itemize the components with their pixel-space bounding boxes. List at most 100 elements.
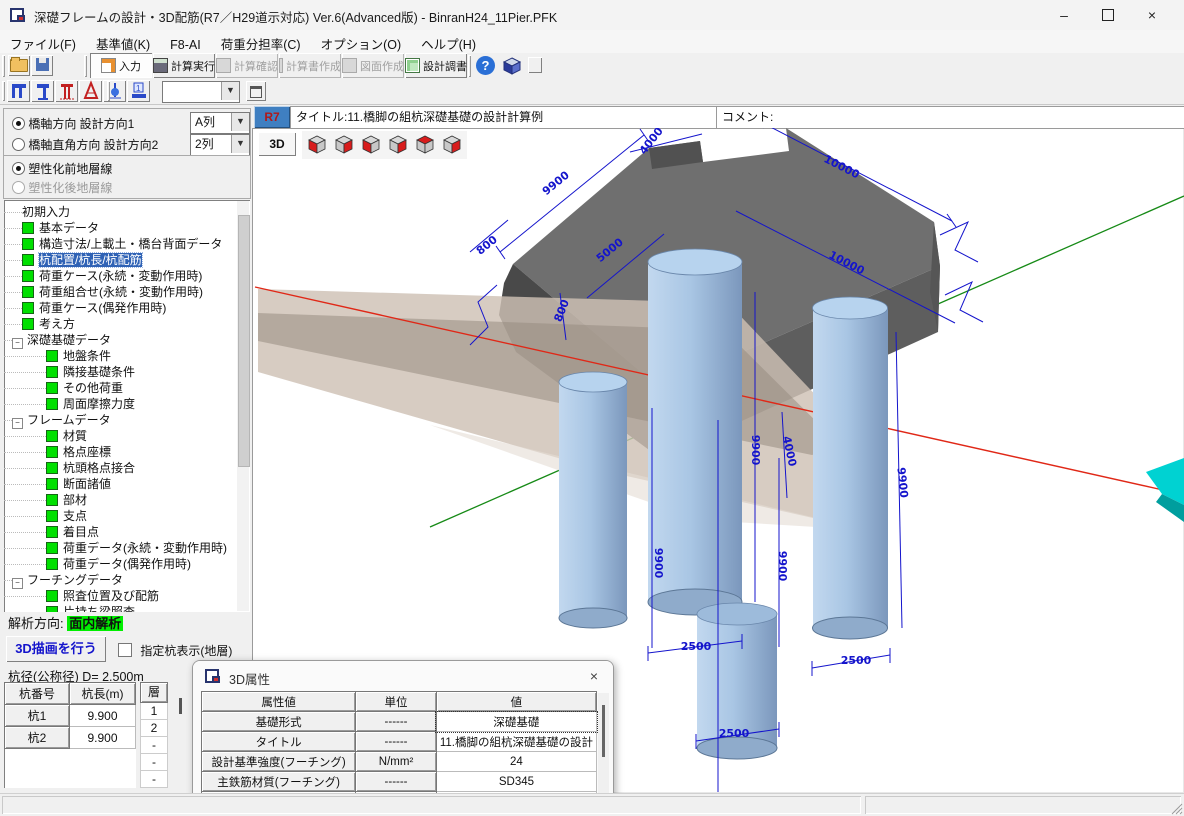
tree-item-label[interactable]: 構造寸法/上載土・橋台背面データ <box>39 237 222 251</box>
menu-item-5[interactable]: ヘルプ(H) <box>411 30 486 53</box>
layer-scroll-thumb[interactable] <box>179 698 182 714</box>
save-file-button[interactable] <box>31 55 53 76</box>
attributes-dialog[interactable]: 3D属性 × 属性値 単位 値 基礎形式------深礎基礎タイトル------… <box>192 660 614 814</box>
maximize-button[interactable] <box>1086 0 1130 30</box>
tree-item-label[interactable]: 部材 <box>63 493 87 507</box>
help-button[interactable]: ? <box>476 56 495 75</box>
pile-number-cell[interactable]: 杭1 <box>5 705 70 727</box>
chevron-down-icon[interactable]: ▼ <box>231 113 249 131</box>
tab-r7[interactable]: R7 <box>254 106 290 128</box>
tree-item[interactable]: 地盤条件 <box>4 348 250 364</box>
tree-item-label[interactable]: 着目点 <box>63 525 99 539</box>
tree-item-label[interactable]: 照査位置及び配筋 <box>63 589 159 603</box>
tree-item[interactable]: 荷重データ(永続・変動作用時) <box>4 540 250 556</box>
menu-item-0[interactable]: ファイル(F) <box>0 30 86 53</box>
tree-item[interactable]: 格点座標 <box>4 444 250 460</box>
tree-item-label[interactable]: 荷重データ(永続・変動作用時) <box>63 541 227 555</box>
tree-item[interactable]: 初期入力 <box>4 204 250 220</box>
tree-item-label[interactable]: 考え方 <box>39 317 75 331</box>
draw-3d-button[interactable]: 3D描画を行う <box>6 636 106 662</box>
tree-item-label[interactable]: 荷重データ(偶発作用時) <box>63 557 191 571</box>
tree-item[interactable]: 周面摩擦力度 <box>4 396 250 412</box>
show-pile-checkbox[interactable]: 指定杭表示(地層) <box>118 642 232 659</box>
tree-scrollbar[interactable] <box>237 201 249 611</box>
tree-item[interactable]: 荷重ケース(永続・変動作用時) <box>4 268 250 284</box>
tree-item-label[interactable]: 隣接基礎条件 <box>63 365 135 379</box>
tree-item-label[interactable]: 深礎基礎データ <box>27 333 111 347</box>
menu-item-3[interactable]: 荷重分担率(C) <box>211 30 311 53</box>
tree-item[interactable]: 杭配置/杭長/杭配筋 <box>4 252 250 268</box>
pier-front-button[interactable] <box>7 80 30 102</box>
tree-item-label[interactable]: 地盤条件 <box>63 349 111 363</box>
pile-length-cell[interactable]: 9.900 <box>70 727 136 749</box>
grid-tool-button[interactable] <box>246 81 266 101</box>
row-combo-2[interactable]: 2列▼ <box>190 134 250 156</box>
cube-bottom-red-button[interactable] <box>441 133 463 158</box>
pier-dashed-button[interactable] <box>55 80 78 102</box>
attribute-value-cell[interactable]: SD345 <box>436 772 596 792</box>
tree-item[interactable]: 基本データ <box>4 220 250 236</box>
tree-item[interactable]: 断面諸値 <box>4 476 250 492</box>
dialog-title-bar[interactable]: 3D属性 × <box>193 661 613 691</box>
tree-item-label[interactable]: 荷重ケース(偶発作用時) <box>39 301 166 315</box>
radio-pre-plastic[interactable]: 塑性化前地層線 <box>12 160 112 177</box>
dialog-vscrollbar[interactable] <box>598 693 609 805</box>
tree-item[interactable]: 考え方 <box>4 316 250 332</box>
close-button[interactable]: × <box>1130 0 1174 30</box>
toolbar-button-入力[interactable]: 入力 <box>90 53 152 78</box>
tree-item-label[interactable]: 周面摩擦力度 <box>63 397 135 411</box>
pier-frame-button[interactable] <box>79 80 102 102</box>
radio-direction-1[interactable]: 橋軸方向 設計方向1 <box>12 115 134 132</box>
menu-item-1[interactable]: 基準値(K) <box>86 30 160 53</box>
tree-item-label[interactable]: フーチングデータ <box>27 573 123 587</box>
tree-item-label[interactable]: 荷重組合せ(永続・変動作用時) <box>39 285 203 299</box>
toolbar-button-設計調書[interactable]: 設計調書 <box>405 53 467 78</box>
attribute-value-cell[interactable]: 11.橋脚の組杭深礎基礎の設計 <box>436 732 596 752</box>
tree-item-label[interactable]: 杭頭格点接合 <box>63 461 135 475</box>
tree-item[interactable]: 荷重ケース(偶発作用時) <box>4 300 250 316</box>
attribute-value-cell[interactable]: 24 <box>436 752 596 772</box>
tree-item[interactable]: 片持ち梁照査 <box>4 604 250 612</box>
tree-item-label[interactable]: 格点座標 <box>63 445 111 459</box>
tree-item-label[interactable]: 片持ち梁照査 <box>63 605 135 612</box>
tree-item[interactable]: 構造寸法/上載土・橋台背面データ <box>4 236 250 252</box>
menu-item-4[interactable]: オプション(O) <box>311 30 412 53</box>
view-3d-button[interactable]: 3D <box>258 132 296 156</box>
numbered-machine-button[interactable]: 1 <box>127 80 150 102</box>
tree-item-label[interactable]: 断面諸値 <box>63 477 111 491</box>
tree-item[interactable]: 材質 <box>4 428 250 444</box>
tree-item-label[interactable]: 支点 <box>63 509 87 523</box>
scale-combo[interactable]: ▼ <box>162 81 240 103</box>
resize-grip[interactable] <box>1169 801 1183 815</box>
cube-front-red-button[interactable] <box>306 133 328 158</box>
tree-item[interactable]: −深礎基礎データ <box>4 332 250 348</box>
pile-length-cell[interactable]: 9.900 <box>70 705 136 727</box>
chevron-down-icon[interactable]: ▼ <box>231 135 249 153</box>
tree-item-label[interactable]: フレームデータ <box>27 413 111 427</box>
pier-side-button[interactable] <box>31 80 54 102</box>
pile-number-cell[interactable]: 杭2 <box>5 727 70 749</box>
minimize-button[interactable]: – <box>1042 0 1086 30</box>
cube-left-red-button[interactable] <box>360 133 382 158</box>
tree-item[interactable]: 隣接基礎条件 <box>4 364 250 380</box>
tree-item[interactable]: 着目点 <box>4 524 250 540</box>
tree-item[interactable]: −フレームデータ <box>4 412 250 428</box>
cube-right-red-button[interactable] <box>333 133 355 158</box>
cube-top-red-button[interactable] <box>414 133 436 158</box>
row-combo-a[interactable]: A列▼ <box>190 112 250 134</box>
radio-direction-2[interactable]: 橋軸直角方向 設計方向2 <box>12 136 158 153</box>
toolbar-button-計算実行[interactable]: 計算実行 <box>153 53 215 78</box>
tree-item[interactable]: −フーチングデータ <box>4 572 250 588</box>
open-file-button[interactable] <box>8 55 30 76</box>
tree-item[interactable]: 杭頭格点接合 <box>4 460 250 476</box>
menu-item-2[interactable]: F8-AI <box>160 34 211 52</box>
tree-item-label[interactable]: 基本データ <box>39 221 99 235</box>
tree-item-label[interactable]: 杭配置/杭長/杭配筋 <box>39 253 142 267</box>
tree-item-label[interactable]: 荷重ケース(永続・変動作用時) <box>39 269 202 283</box>
tree-item[interactable]: その他荷重 <box>4 380 250 396</box>
attribute-value-cell[interactable]: 深礎基礎 <box>436 712 596 732</box>
chevron-down-icon[interactable]: ▼ <box>221 82 239 100</box>
tree-item-label[interactable]: 材質 <box>63 429 87 443</box>
tree-item[interactable]: 部材 <box>4 492 250 508</box>
3d-view-icon[interactable] <box>502 56 522 76</box>
